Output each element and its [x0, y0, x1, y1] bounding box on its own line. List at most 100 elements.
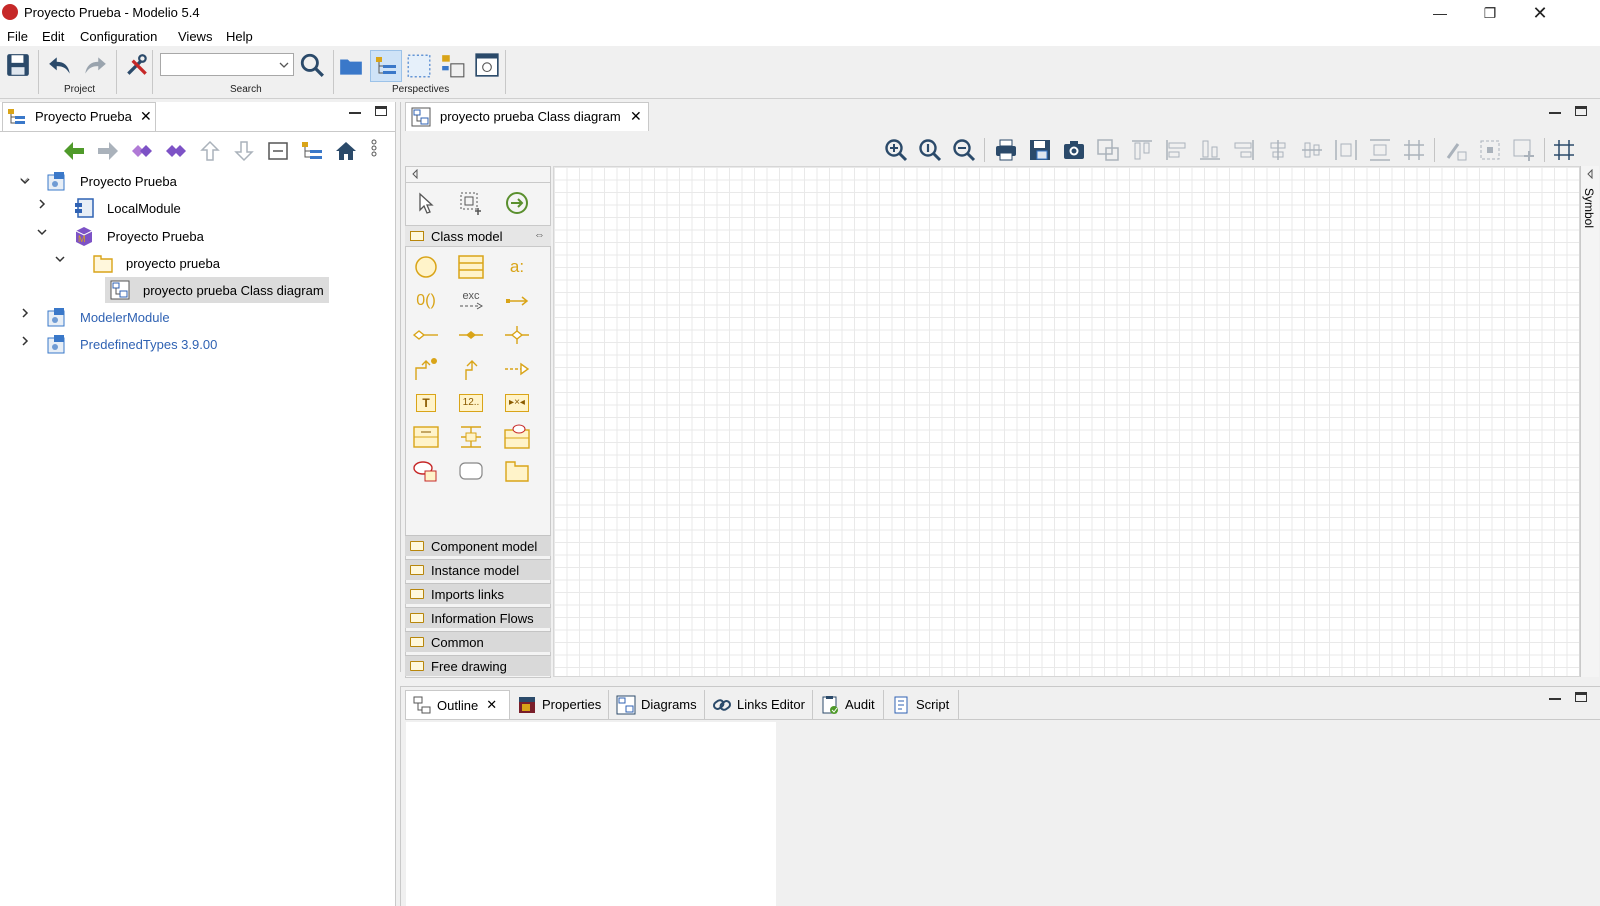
- palette-tool-nary-association[interactable]: [500, 320, 534, 350]
- palette-category-common[interactable]: Common: [405, 631, 551, 652]
- palette-category-class-model[interactable]: Class model ⇔: [405, 225, 551, 247]
- palette-tool-package-folder[interactable]: [500, 456, 534, 486]
- move-down-icon[interactable]: [232, 140, 256, 162]
- palette-tool-stereotype-class[interactable]: [409, 422, 443, 452]
- restore-button[interactable]: ❐: [1466, 0, 1514, 26]
- zoom-reset-icon[interactable]: [918, 138, 942, 162]
- minimize-button[interactable]: —: [1416, 0, 1464, 26]
- palette-select-tool[interactable]: [409, 188, 443, 218]
- align-left-icon[interactable]: [1164, 138, 1188, 162]
- palette-tool-constraint[interactable]: [409, 456, 443, 486]
- window-perspective-icon[interactable]: [474, 52, 500, 78]
- palette-tool-realization[interactable]: [500, 354, 534, 384]
- diagram-tab[interactable]: proyecto prueba Class diagram ✕: [405, 102, 649, 131]
- move-up-icon[interactable]: [198, 140, 222, 162]
- tab-script[interactable]: Script: [885, 690, 959, 719]
- tree-node-predefinedtypes[interactable]: PredefinedTypes 3.9.00: [46, 331, 217, 357]
- zoom-in-icon[interactable]: [884, 138, 908, 162]
- redo-icon[interactable]: [82, 52, 108, 78]
- view-menu-icon[interactable]: [370, 138, 378, 160]
- palette-category-component-model[interactable]: Component model: [405, 535, 551, 556]
- palette-tool-template-class[interactable]: [500, 422, 534, 452]
- menu-help[interactable]: Help: [226, 29, 253, 44]
- perspective-modeling-button[interactable]: [370, 50, 402, 82]
- minimize-panel-icon[interactable]: [349, 104, 361, 114]
- layout-perspective-icon[interactable]: [440, 53, 466, 79]
- expand-side-panel-icon[interactable]: [1585, 169, 1595, 179]
- search-icon[interactable]: [299, 52, 325, 78]
- palette-tool-binding[interactable]: [454, 422, 488, 452]
- menu-edit[interactable]: Edit: [42, 29, 64, 44]
- forward-arrow-icon[interactable]: [96, 140, 120, 162]
- minimize-panel-icon[interactable]: [1549, 104, 1561, 114]
- menu-configuration[interactable]: Configuration: [80, 29, 157, 44]
- tree-node-model[interactable]: M Proyecto Prueba: [73, 223, 204, 249]
- palette-category-information-flows[interactable]: Information Flows: [405, 607, 551, 628]
- palette-marquee-tool[interactable]: [454, 188, 488, 218]
- maximize-panel-icon[interactable]: [1575, 106, 1587, 116]
- tab-audit[interactable]: Audit: [814, 690, 884, 719]
- search-combo[interactable]: [160, 53, 294, 76]
- align-top-icon[interactable]: [1130, 138, 1154, 162]
- export-image-icon[interactable]: [1028, 138, 1052, 162]
- palette-tool-association[interactable]: [500, 286, 534, 316]
- tools-icon[interactable]: [124, 52, 150, 78]
- maximize-panel-icon[interactable]: [1575, 692, 1587, 702]
- chevron-right-icon[interactable]: [20, 308, 30, 318]
- tree-node-project-root[interactable]: Proyecto Prueba: [46, 168, 177, 194]
- tree-node-package[interactable]: proyecto prueba: [92, 250, 220, 276]
- tree-node-modelermodule[interactable]: ModelerModule: [46, 304, 170, 330]
- collapse-palette-icon[interactable]: [410, 169, 420, 179]
- symbol-label[interactable]: Symbol: [1582, 188, 1596, 228]
- tab-links-editor[interactable]: Links Editor: [706, 690, 813, 719]
- close-tab-icon[interactable]: ✕: [140, 108, 152, 125]
- palette-tool-note[interactable]: [454, 456, 488, 486]
- chevron-right-icon[interactable]: [37, 199, 47, 209]
- show-grid-icon[interactable]: [1552, 138, 1576, 162]
- mask-icon[interactable]: [1478, 138, 1502, 162]
- add-element-icon[interactable]: [1512, 138, 1536, 162]
- distribute-vertical-icon[interactable]: [1368, 138, 1392, 162]
- palette-tool-ports[interactable]: 0(): [409, 286, 443, 316]
- collapse-diamond-icon[interactable]: [130, 140, 154, 162]
- align-right-icon[interactable]: [1232, 138, 1256, 162]
- palette-category-imports-links[interactable]: Imports links: [405, 583, 551, 604]
- expand-collapse-icon[interactable]: ⇔: [534, 229, 545, 241]
- palette-tool-aggregation[interactable]: [409, 320, 443, 350]
- close-tab-icon[interactable]: ✕: [486, 697, 497, 713]
- tab-diagrams[interactable]: Diagrams: [610, 690, 705, 719]
- align-center-horizontal-icon[interactable]: [1300, 138, 1324, 162]
- palette-tool-text[interactable]: T: [409, 388, 443, 418]
- expand-diamond-icon[interactable]: [164, 140, 188, 162]
- chevron-down-icon[interactable]: [20, 176, 30, 186]
- tree-node-localmodule[interactable]: LocalModule: [73, 195, 181, 221]
- align-bottom-icon[interactable]: [1198, 138, 1222, 162]
- chevron-down-icon[interactable]: [37, 227, 47, 237]
- collapse-all-icon[interactable]: [266, 140, 290, 162]
- print-icon[interactable]: [994, 138, 1018, 162]
- tree-node-class-diagram[interactable]: proyecto prueba Class diagram: [105, 277, 329, 303]
- palette-category-instance-model[interactable]: Instance model: [405, 559, 551, 580]
- grid-perspective-icon[interactable]: [406, 53, 432, 79]
- palette-tool-composition[interactable]: [454, 320, 488, 350]
- palette-tool-attribute[interactable]: a:: [500, 252, 534, 282]
- tab-properties[interactable]: Properties: [511, 690, 609, 719]
- format-painter-icon[interactable]: [1444, 138, 1468, 162]
- save-icon[interactable]: [5, 52, 31, 78]
- palette-tool-instance[interactable]: ▸×◂: [500, 388, 534, 418]
- menu-views[interactable]: Views: [178, 29, 212, 44]
- tab-outline[interactable]: Outline ✕: [405, 690, 510, 719]
- home-icon[interactable]: [334, 140, 358, 162]
- grid-snap-icon[interactable]: [1402, 138, 1426, 162]
- link-tree-icon[interactable]: [300, 140, 324, 162]
- palette-tool-enumeration[interactable]: 12..: [454, 388, 488, 418]
- camera-icon[interactable]: [1062, 138, 1086, 162]
- zoom-out-icon[interactable]: [952, 138, 976, 162]
- maximize-panel-icon[interactable]: [375, 106, 387, 116]
- back-arrow-icon[interactable]: [62, 140, 86, 162]
- explorer-tab[interactable]: Proyecto Prueba ✕: [2, 102, 156, 131]
- palette-navigate-tool[interactable]: [500, 188, 534, 218]
- diagram-canvas[interactable]: [553, 166, 1580, 677]
- minimize-panel-icon[interactable]: [1549, 690, 1561, 700]
- palette-tool-class[interactable]: [454, 252, 488, 282]
